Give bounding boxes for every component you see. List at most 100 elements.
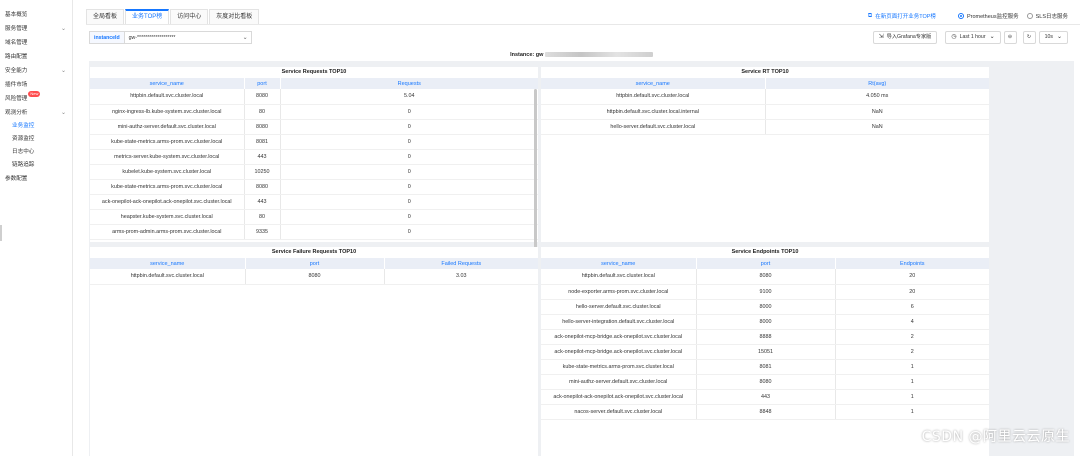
sidebar-item[interactable]: 插件市场 xyxy=(0,78,72,92)
radio-sls[interactable]: SLS日志服务 xyxy=(1026,12,1068,20)
refresh-interval-select[interactable]: 10s ⌄ xyxy=(1038,31,1068,44)
table-row: kube-state-metrics.arms-prom.svc.cluster… xyxy=(541,359,989,375)
sidebar-item-label: 业务监控 xyxy=(12,123,35,129)
table-row: nginx-ingress-lb.kube-system.svc.cluster… xyxy=(90,104,538,120)
sidebar-item[interactable]: 域名管理 xyxy=(0,36,72,50)
table-cell: 8080 xyxy=(244,179,281,195)
refresh-interval-label: 10s xyxy=(1044,34,1053,40)
chevron-down-icon: ⌄ xyxy=(60,26,66,32)
tab[interactable]: 灰度对比看板 xyxy=(209,9,260,24)
instance-id-redacted xyxy=(544,52,653,58)
sidebar-item-label: 安全能力 xyxy=(5,68,28,74)
header-actions: ⧉ 在新页面打开业务TOP榜 Prometheus监控服务 SLS日志服务 xyxy=(868,12,1068,21)
panel-title: Service RT TOP10 xyxy=(741,69,789,75)
sidebar: 基本概览 服务管理 ⌄ 域名管理 路由配置 安全能力 ⌄ 插件市场 风险管理New 观测分析 ⌄ 业务… xyxy=(0,0,73,456)
table-row: nacos-server.default.svc.cluster.local 88… xyxy=(541,404,989,420)
table-cell: 10250 xyxy=(244,164,281,180)
column-header[interactable]: Rt(avg) xyxy=(765,78,989,89)
panel-title: Service Failure Requests TOP10 xyxy=(271,249,357,255)
sidebar-item[interactable]: 风险管理New xyxy=(0,91,72,106)
refresh-button[interactable]: ↻ xyxy=(1022,31,1036,44)
panel-service-requests: Service Requests TOP10 service_name port R… xyxy=(90,67,538,249)
column-header[interactable]: Failed Requests xyxy=(384,258,538,269)
sidebar-item[interactable]: 基本概览 xyxy=(0,8,72,22)
column-header[interactable]: port xyxy=(696,258,836,269)
open-new-page-label: 在新页面打开业务TOP榜 xyxy=(875,14,936,20)
table-cell: httpbin.default.svc.cluster.local.intern… xyxy=(541,104,766,120)
table-row: arms-prom-admin.arms-prom.svc.cluster.lo… xyxy=(90,224,538,240)
instance-filter: instanceId gw-******************* ⌄ xyxy=(89,31,252,44)
panel-service-endpoints: Service Endpoints TOP10 service_name port… xyxy=(541,247,989,456)
column-header[interactable]: service_name xyxy=(90,258,246,269)
column-header[interactable]: Requests xyxy=(280,78,538,89)
tab[interactable]: 业务TOP榜 xyxy=(125,9,170,24)
sidebar-item-label: 资源监控 xyxy=(12,136,35,142)
import-grafana-button[interactable]: ⇲ 导入Grafana专家版 xyxy=(872,31,938,44)
sidebar-item[interactable]: 观测分析 ⌄ xyxy=(0,106,72,120)
table-cell: 8848 xyxy=(696,404,836,420)
table-row: ack-onepilot-mcp-bridge.ack-onepilot.svc… xyxy=(541,344,989,360)
table-cell: 0 xyxy=(280,224,538,240)
radio-dot-icon xyxy=(957,13,964,19)
table-row: hello-server-integration.default.svc.clu… xyxy=(541,314,989,330)
sidebar-item[interactable]: 链路追踪 xyxy=(0,159,72,172)
sidebar-item[interactable]: 参数配置 xyxy=(0,172,72,186)
sidebar-collapse-handle[interactable] xyxy=(0,225,2,241)
column-header[interactable]: port xyxy=(244,78,281,89)
table-cell: 80 xyxy=(244,104,281,120)
table-cell: metrics-server.kube-system.svc.cluster.l… xyxy=(90,149,245,165)
table-row: mini-authz-server.default.svc.cluster.lo… xyxy=(541,374,989,390)
import-grafana-label: 导入Grafana专家版 xyxy=(886,34,932,40)
chevron-down-icon: ⌄ xyxy=(989,34,995,40)
table-cell: kube-state-metrics.arms-prom.svc.cluster… xyxy=(90,134,245,150)
column-header[interactable]: Endpoints xyxy=(835,258,989,269)
column-header[interactable]: service_name xyxy=(541,78,766,89)
table-row: kubelet.kube-system.svc.cluster.local 102… xyxy=(90,164,538,180)
radio-prometheus[interactable]: Prometheus监控服务 xyxy=(957,12,1019,20)
table-cell: 20 xyxy=(835,269,989,285)
table-cell: mini-authz-server.default.svc.cluster.lo… xyxy=(541,374,697,390)
table-cell: 8080 xyxy=(245,269,385,285)
zoom-out-icon: ⊖ xyxy=(1007,34,1013,40)
column-header[interactable]: service_name xyxy=(90,78,245,89)
sidebar-item[interactable]: 安全能力 ⌄ xyxy=(0,64,72,78)
open-new-page-link[interactable]: ⧉ 在新页面打开业务TOP榜 xyxy=(868,12,936,21)
sidebar-item[interactable]: 服务管理 ⌄ xyxy=(0,22,72,36)
column-header[interactable]: port xyxy=(245,258,385,269)
table-cell: 0 xyxy=(280,209,538,225)
instance-select[interactable]: gw-******************* ⌄ xyxy=(123,31,252,44)
sidebar-item-label: 参数配置 xyxy=(5,176,28,182)
table-cell: 4 xyxy=(835,314,989,330)
table-header-row: service_name port Endpoints xyxy=(541,258,989,269)
sidebar-item-label: 观测分析 xyxy=(5,110,28,116)
tab-divider xyxy=(86,24,1080,25)
table-header-row: service_name Rt(avg) xyxy=(541,78,989,89)
import-icon: ⇲ xyxy=(878,34,884,40)
panel-scrollbar[interactable] xyxy=(534,89,537,249)
table-cell: 8080 xyxy=(696,374,836,390)
table-cell: 5.04 xyxy=(280,89,538,105)
tab[interactable]: 访问中心 xyxy=(170,9,209,24)
table-cell: 1 xyxy=(835,359,989,375)
table-header-row: service_name port Failed Requests xyxy=(90,258,538,269)
zoom-out-button[interactable]: ⊖ xyxy=(1003,31,1017,44)
table-cell: 1 xyxy=(835,374,989,390)
sidebar-item[interactable]: 业务监控 xyxy=(0,120,72,133)
table-row: kube-state-metrics.arms-prom.svc.cluster… xyxy=(90,179,538,195)
table-row: httpbin.default.svc.cluster.local 8080 5.0… xyxy=(90,89,538,105)
sidebar-item[interactable]: 路由配置 xyxy=(0,50,72,64)
instance-title-bar: Instance: gw xyxy=(89,50,1074,61)
table-cell: 9100 xyxy=(696,284,836,300)
column-header[interactable]: service_name xyxy=(541,258,697,269)
sidebar-item[interactable]: 资源监控 xyxy=(0,133,72,146)
sidebar-item-label: 风险管理 xyxy=(5,96,28,102)
table-cell: 20 xyxy=(835,284,989,300)
table-cell: 9335 xyxy=(244,224,281,240)
instance-select-value: gw-******************* xyxy=(128,35,176,41)
table-row: mini-authz-server.default.svc.cluster.lo… xyxy=(90,119,538,135)
sidebar-item[interactable]: 日志中心 xyxy=(0,146,72,159)
table-cell: 1 xyxy=(835,389,989,405)
tab[interactable]: 全局看板 xyxy=(86,9,125,24)
time-range-picker[interactable]: ◷ Last 1 hour ⌄ xyxy=(945,31,1001,44)
table-row: httpbin.default.svc.cluster.local 4.050 m… xyxy=(541,89,989,105)
